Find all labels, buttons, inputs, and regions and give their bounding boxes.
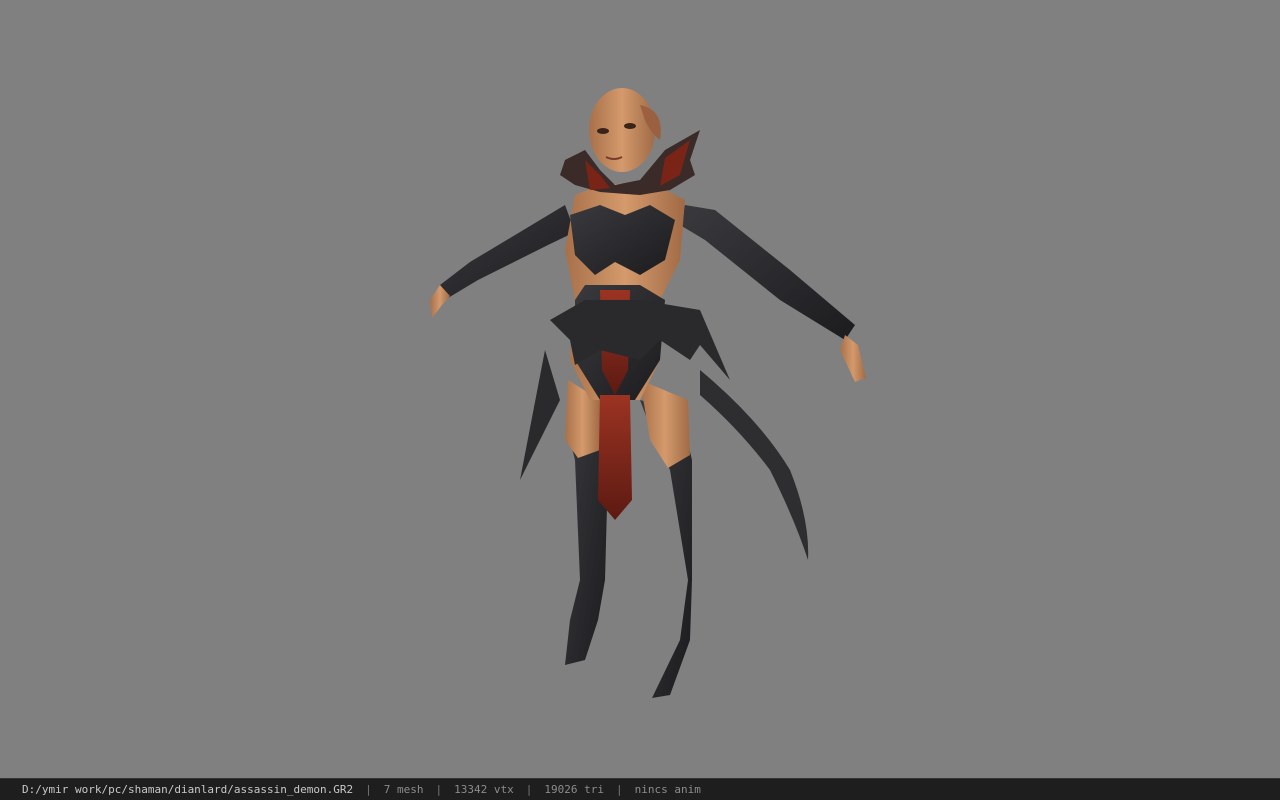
separator: | bbox=[525, 783, 533, 796]
arm-right bbox=[680, 205, 855, 340]
arm-left bbox=[440, 205, 575, 298]
hand-right bbox=[840, 335, 866, 382]
character-model-render[interactable] bbox=[0, 0, 1280, 778]
status-bar: D:/ymir work/pc/shaman/dianlard/assassin… bbox=[0, 778, 1280, 800]
separator: | bbox=[435, 783, 443, 796]
wing-left bbox=[520, 350, 560, 480]
vertex-count-label: 13342 vtx bbox=[454, 783, 514, 796]
animation-info-label: nincs anim bbox=[634, 783, 701, 796]
eye-left bbox=[597, 128, 609, 134]
separator: | bbox=[365, 783, 372, 796]
thigh-skin-right bbox=[640, 380, 690, 468]
triangle-count-label: 19026 tri bbox=[544, 783, 604, 796]
loincloth bbox=[598, 395, 632, 520]
file-path-label: D:/ymir work/pc/shaman/dianlard/assassin… bbox=[22, 783, 354, 796]
3d-viewport[interactable] bbox=[0, 0, 1280, 778]
separator: | bbox=[615, 783, 623, 796]
tail-right bbox=[700, 370, 809, 560]
eye-right bbox=[624, 123, 636, 129]
mesh-count-label: 7 mesh bbox=[383, 783, 424, 796]
